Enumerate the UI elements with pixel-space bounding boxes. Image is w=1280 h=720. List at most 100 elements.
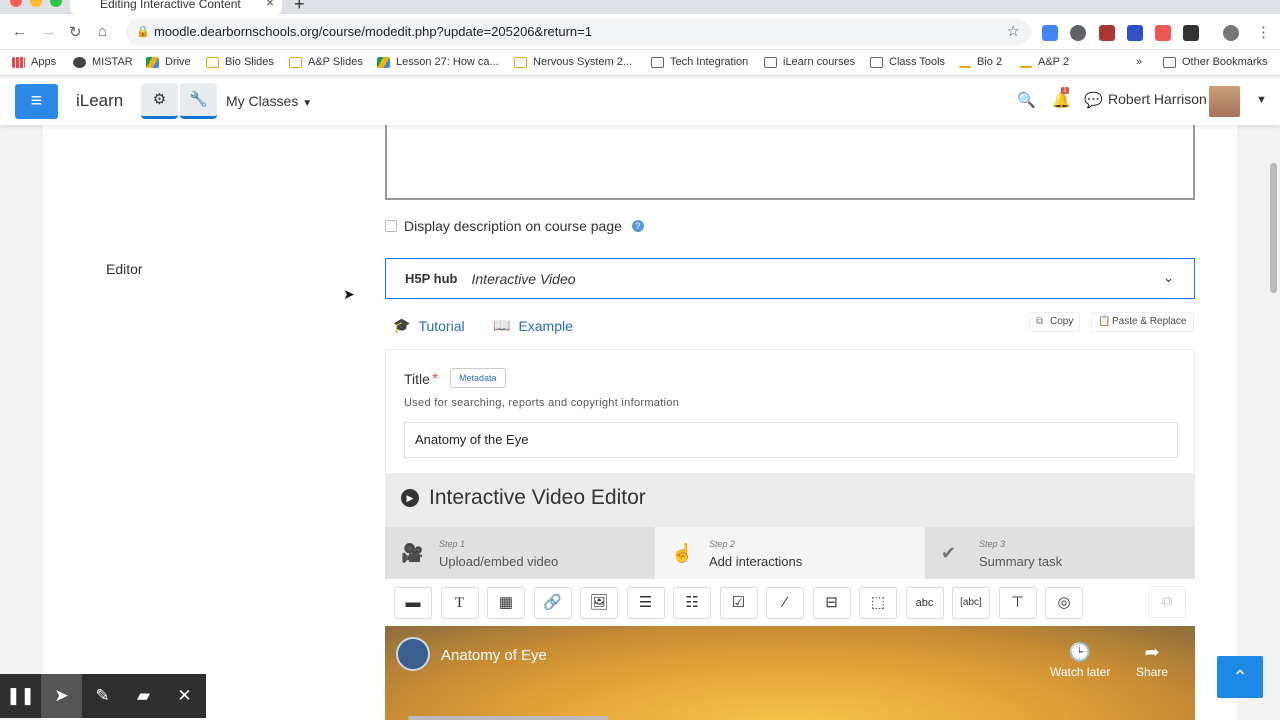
maximize-window-button[interactable]: [50, 0, 62, 7]
step-upload-video[interactable]: 🎥 Step 1 Upload/embed video: [385, 527, 655, 579]
share-arrow-icon: ➦: [1144, 642, 1160, 662]
site-navbar: ≡ iLearn ⚙ 🔧 My Classes ▼ 🔍 🔔 1 💬 Robert …: [0, 77, 1280, 125]
notification-bell-icon[interactable]: 🔔 1: [1052, 87, 1071, 109]
statements-interaction-icon[interactable]: ☰: [626, 586, 665, 619]
link-interaction-icon[interactable]: 🔗: [533, 586, 572, 619]
bookmark-ilearn-courses[interactable]: iLearn courses: [764, 56, 855, 68]
minimize-window-button[interactable]: [30, 0, 42, 7]
annotation-toolbar: ❚❚ ➤ ✎ ▰ ✕: [0, 674, 206, 718]
reload-icon[interactable]: ↻: [69, 23, 82, 41]
bookmark-lesson-27[interactable]: Lesson 27: How ca...: [377, 56, 499, 68]
true-false-interaction-icon[interactable]: ⁄: [766, 586, 804, 619]
drag-text-interaction-icon[interactable]: [abc]: [952, 586, 990, 619]
cogs-icon[interactable]: ⚙: [141, 83, 178, 119]
tutorial-link[interactable]: 🎓 Tutorial: [393, 317, 465, 334]
label-interaction-icon[interactable]: ▬: [394, 586, 432, 619]
step-add-interactions[interactable]: ☝ Step 2 Add interactions: [655, 527, 925, 579]
example-link[interactable]: 📖 Example: [493, 317, 573, 334]
chevron-down-icon[interactable]: ⌄: [1163, 270, 1174, 286]
back-to-top-button[interactable]: ⌃: [1217, 656, 1263, 698]
graduation-cap-icon: 🎓: [393, 317, 411, 333]
close-tab-icon[interactable]: ×: [266, 0, 274, 9]
bookmark-apps[interactable]: Apps: [12, 56, 56, 68]
my-classes-dropdown[interactable]: My Classes ▼: [226, 93, 312, 109]
copy-icon: ⧉: [1036, 316, 1044, 327]
single-choice-interaction-icon[interactable]: ☷: [673, 586, 711, 619]
paste-interaction-icon[interactable]: ⧉: [1148, 586, 1186, 618]
text-interaction-icon[interactable]: T: [440, 586, 479, 619]
avatar[interactable]: [1209, 86, 1240, 117]
wrench-icon[interactable]: 🔧: [180, 83, 217, 119]
url-text: moodle.dearbornschools.org/course/modedi…: [154, 24, 592, 39]
bookmark-mistar[interactable]: MISTAR: [73, 56, 133, 68]
share-button[interactable]: ➦ Share: [1136, 642, 1168, 679]
url-field[interactable]: 🔒 moodle.dearbornschools.org/course/mode…: [126, 18, 1030, 46]
title-input[interactable]: Anatomy of the Eye: [404, 422, 1178, 458]
browser-tab[interactable]: Editing Interactive Content ×: [70, 0, 282, 14]
user-name[interactable]: Robert Harrison: [1108, 91, 1207, 107]
close-icon[interactable]: ✕: [164, 674, 205, 718]
bookmark-bio-2[interactable]: Bio 2: [959, 56, 1002, 68]
mouse-cursor-icon: ➤: [343, 286, 355, 302]
display-description-checkbox[interactable]: [385, 220, 397, 232]
tab-title: Editing Interactive Content: [100, 0, 241, 11]
required-mark: *: [431, 371, 439, 388]
bookmark-star-icon[interactable]: ☆: [1007, 18, 1020, 46]
horizontal-scrollbar[interactable]: [408, 716, 608, 720]
bookmark-class-tools[interactable]: Class Tools: [870, 56, 945, 68]
navigation-hotspot-interaction-icon[interactable]: ◎: [1045, 586, 1083, 619]
image-interaction-icon[interactable]: 🖼: [580, 586, 618, 619]
other-bookmarks[interactable]: Other Bookmarks: [1163, 56, 1268, 68]
drag-drop-interaction-icon[interactable]: ⬚: [859, 586, 897, 619]
bookmark-ap-slides[interactable]: A&P Slides: [289, 56, 363, 68]
h5p-hub-selector[interactable]: H5P hub Interactive Video ⌄: [385, 258, 1195, 299]
extension-screenshot-icon[interactable]: [1183, 25, 1199, 41]
pointer-tool-icon[interactable]: ➤: [41, 674, 82, 718]
extension-c-icon[interactable]: [1127, 25, 1143, 41]
bookmark-drive[interactable]: Drive: [146, 56, 191, 68]
menu-hamburger-button[interactable]: ≡: [15, 84, 58, 119]
extension-docs-icon[interactable]: [1042, 25, 1058, 41]
slides-folder-icon: [514, 56, 527, 68]
more-bookmarks-button[interactable]: »: [1136, 56, 1142, 68]
video-title[interactable]: Anatomy of Eye: [441, 647, 547, 664]
slides-folder-icon: [206, 56, 219, 68]
search-icon[interactable]: 🔍: [1017, 91, 1036, 109]
profile-icon[interactable]: [1223, 25, 1239, 41]
paste-replace-button[interactable]: 📋 Paste & Replace: [1091, 312, 1194, 332]
table-interaction-icon[interactable]: ▦: [487, 586, 525, 619]
close-window-button[interactable]: [10, 0, 22, 7]
watch-later-button[interactable]: 🕒 Watch later: [1050, 642, 1110, 679]
video-preview[interactable]: Anatomy of Eye 🕒 Watch later ➦ Share: [385, 626, 1195, 720]
description-textarea[interactable]: [385, 125, 1195, 200]
step-summary-task[interactable]: ✔ Step 3 Summary task: [925, 527, 1195, 579]
mark-words-interaction-icon[interactable]: abc: [905, 586, 944, 619]
bookmark-tech-integration[interactable]: Tech Integration: [651, 56, 748, 68]
back-arrow-icon[interactable]: ←: [12, 23, 27, 40]
home-icon[interactable]: ⌂: [98, 23, 107, 40]
slides-folder-icon: [289, 56, 302, 68]
pen-tool-icon[interactable]: ✎: [82, 674, 123, 718]
highlighter-tool-icon[interactable]: ▰: [123, 674, 164, 718]
forward-arrow-icon[interactable]: →: [41, 23, 56, 40]
pause-icon[interactable]: ❚❚: [0, 674, 41, 718]
channel-logo[interactable]: [396, 637, 430, 671]
bookmark-ap-2[interactable]: A&P 2: [1020, 56, 1069, 68]
bookmark-nervous-system[interactable]: Nervous System 2...: [514, 56, 632, 68]
metadata-button[interactable]: Metadata: [450, 368, 506, 388]
messages-icon[interactable]: 💬: [1084, 91, 1103, 109]
extension-red-icon[interactable]: [1155, 25, 1171, 41]
crossroads-interaction-icon[interactable]: ⊤: [998, 586, 1037, 619]
browser-menu-icon[interactable]: ⋮: [1256, 23, 1271, 41]
extension-shield-icon[interactable]: [1099, 25, 1115, 41]
fill-in-blanks-interaction-icon[interactable]: ⊟: [812, 586, 851, 619]
extension-search-icon[interactable]: [1070, 25, 1086, 41]
site-brand[interactable]: iLearn: [76, 91, 123, 111]
new-tab-button[interactable]: +: [294, 0, 305, 15]
multiple-choice-interaction-icon[interactable]: ☑: [719, 586, 758, 619]
vertical-scrollbar[interactable]: [1270, 163, 1277, 293]
copy-button[interactable]: ⧉ Copy: [1029, 312, 1081, 332]
user-menu-caret-icon[interactable]: ▼: [1256, 94, 1267, 106]
help-question-icon[interactable]: ?: [631, 220, 644, 232]
bookmark-bio-slides[interactable]: Bio Slides: [206, 56, 274, 68]
